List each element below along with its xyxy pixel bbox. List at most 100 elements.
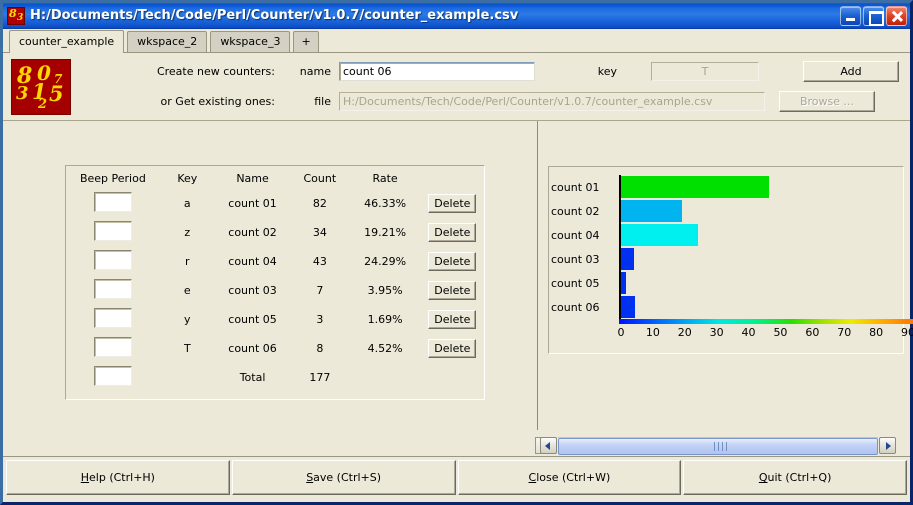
chart-x-tick-label: 10 <box>645 326 660 339</box>
chart-bar-row: count 05 <box>551 271 627 295</box>
save-button[interactable]: Save (Ctrl+S) <box>231 460 456 495</box>
delete-row-button[interactable]: Delete <box>428 223 477 242</box>
chart-bar-row: count 03 <box>551 247 634 271</box>
chart-bar <box>621 224 699 246</box>
chart-bar <box>621 176 769 198</box>
beep-period-input[interactable] <box>93 366 132 386</box>
create-counters-label: Create new counters: <box>156 65 275 78</box>
beep-period-input[interactable] <box>93 337 132 357</box>
cell-name: count 06 <box>228 342 277 355</box>
file-label: file <box>314 95 331 108</box>
chart-bar <box>621 272 627 294</box>
cell-rate: 1.69% <box>367 313 403 326</box>
cell-count: 43 <box>312 255 327 268</box>
logo-digit-3: 3 <box>16 82 29 104</box>
delete-row-button[interactable]: Delete <box>428 310 477 329</box>
scrollbar-track[interactable]: |||| <box>558 437 878 455</box>
chart-bar <box>621 296 636 318</box>
scrollbar-thumb[interactable]: |||| <box>558 438 878 455</box>
button-label: Close (Ctrl+W) <box>528 471 611 484</box>
delete-row-button[interactable]: Delete <box>428 252 477 271</box>
name-input[interactable] <box>339 62 535 81</box>
chart-bar <box>621 248 634 270</box>
tab-add-workspace[interactable]: + <box>293 31 319 52</box>
title-bar: 83 H:/Documents/Tech/Code/Perl/Counter/v… <box>3 3 910 28</box>
cell-rate: 3.95% <box>367 284 403 297</box>
beep-period-input[interactable] <box>93 192 132 212</box>
chart-x-tick-label: 70 <box>837 326 852 339</box>
chart-x-tick-label: 20 <box>677 326 692 339</box>
total-label: Total <box>239 371 266 384</box>
table-row: r count 04 43 24.29% Delete <box>66 247 484 276</box>
header-name: Name <box>236 172 269 185</box>
tab-wkspace-3[interactable]: wkspace_3 <box>210 31 291 52</box>
tab-wkspace-2[interactable]: wkspace_2 <box>127 31 208 52</box>
cell-key: e <box>183 284 191 297</box>
help-button[interactable]: Help (Ctrl+H) <box>6 460 230 495</box>
cell-key: T <box>183 342 191 355</box>
key-label: key <box>597 65 617 78</box>
cell-name: count 05 <box>228 313 277 326</box>
quit-button[interactable]: Quit (Ctrl+Q) <box>683 460 907 495</box>
key-input[interactable]: T <box>651 62 759 81</box>
file-path-input[interactable]: H:/Documents/Tech/Code/Perl/Counter/v1.0… <box>339 92 765 111</box>
minimize-button[interactable] <box>840 5 861 26</box>
cell-name: count 04 <box>228 255 277 268</box>
cell-count: 8 <box>316 342 324 355</box>
browse-button[interactable]: Browse ... <box>779 91 875 112</box>
beep-period-input[interactable] <box>93 279 132 299</box>
window-title: H:/Documents/Tech/Code/Perl/Counter/v1.0… <box>30 8 519 23</box>
beep-period-input[interactable] <box>93 221 132 241</box>
table-row: Tcount 06 8 4.52% Delete <box>66 334 484 363</box>
scroll-left-arrow-icon[interactable] <box>540 437 557 454</box>
chart-bar-label: count 03 <box>551 252 600 266</box>
cell-key: y <box>184 313 191 326</box>
add-button[interactable]: Add <box>803 61 899 82</box>
button-label: Help (Ctrl+H) <box>80 471 155 484</box>
scrollbar-corner <box>896 437 910 454</box>
chart-x-tick-label: 60 <box>805 326 820 339</box>
table-row: a count 01 82 46.33% Delete <box>66 189 484 218</box>
maximize-button[interactable] <box>863 5 884 26</box>
button-label: Save (Ctrl+S) <box>306 471 382 484</box>
chart-x-tick-label: 50 <box>773 326 788 339</box>
chart-x-tick-label: 30 <box>709 326 724 339</box>
cell-name: count 03 <box>228 284 277 297</box>
delete-row-button[interactable]: Delete <box>428 194 477 213</box>
delete-row-button[interactable]: Delete <box>428 339 477 358</box>
cell-rate: 4.52% <box>367 342 403 355</box>
beep-period-input[interactable] <box>93 250 132 270</box>
tab-counter-example[interactable]: counter_example <box>9 30 125 53</box>
chart-pane: count 01 count 02 count 04 count 03 count 05… <box>540 121 913 456</box>
scrollbar-grip: |||| <box>713 442 730 452</box>
window-controls <box>840 5 908 26</box>
delete-row-button[interactable]: Delete <box>428 281 477 300</box>
close-window-button[interactable] <box>886 5 907 26</box>
chart-bar-row: count 06 <box>551 295 636 319</box>
table-row: y count 05 3 1.69% Delete <box>66 305 484 334</box>
main-split: Beep Period Key Name Count Rate a count 0… <box>3 121 913 456</box>
cell-key: r <box>185 255 190 268</box>
create-counter-row: Create new counters: name key T Add <box>85 60 904 84</box>
logo-digit-2: 2 <box>38 96 48 112</box>
counters-pane: Beep Period Key Name Count Rate a count 0… <box>3 121 535 456</box>
beep-period-input[interactable] <box>93 308 132 328</box>
close-button[interactable]: Close (Ctrl+W) <box>457 460 682 495</box>
cell-rate: 46.33% <box>364 197 407 210</box>
counters-table: Beep Period Key Name Count Rate a count 0… <box>66 166 484 392</box>
counter-bar-chart: count 01 count 02 count 04 count 03 count 05… <box>549 167 913 353</box>
button-label: Quit (Ctrl+Q) <box>758 471 832 484</box>
toolbar-forms: Create new counters: name key T Add or G… <box>85 60 904 114</box>
chart-bar-label: count 04 <box>551 228 600 242</box>
cell-key: z <box>184 226 191 239</box>
table-row: z count 02 34 19.21% Delete <box>66 218 484 247</box>
chart-x-tick-label: 0 <box>617 326 625 339</box>
table-total-row: Total 177 <box>66 363 484 392</box>
logo-digit-5: 5 <box>49 80 64 106</box>
header-rate: Rate <box>372 172 398 185</box>
chart-bar-label: count 05 <box>551 276 600 290</box>
chart-bar-label: count 06 <box>551 300 600 314</box>
chart-y-axis <box>619 175 621 323</box>
scroll-right-arrow-icon[interactable] <box>879 437 896 454</box>
horizontal-scrollbar[interactable]: |||| <box>540 437 910 455</box>
